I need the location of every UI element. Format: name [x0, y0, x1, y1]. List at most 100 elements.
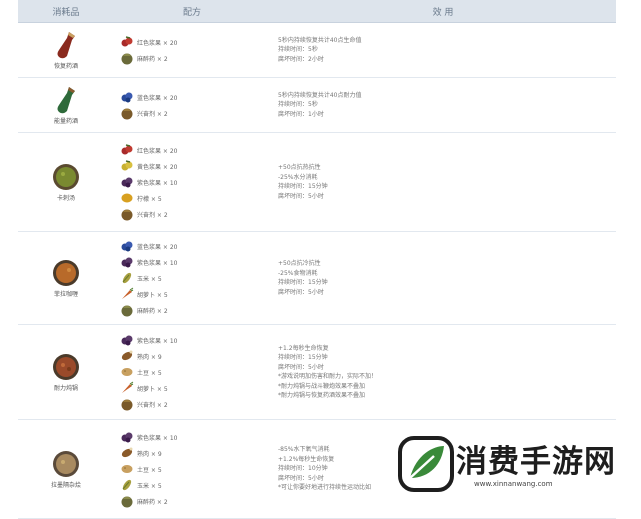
- ingredient-label: 熟肉 × 9: [137, 353, 162, 361]
- stimulant-icon: [120, 397, 134, 411]
- ingredient-label: 兴奋剂 × 2: [137, 401, 168, 409]
- effect-line: -25%水分消耗: [278, 173, 318, 181]
- ingredient-label: 红色浆果 × 20: [137, 147, 178, 155]
- effect-line: 持续时间：5秒: [278, 46, 318, 54]
- potato-icon: [120, 462, 134, 476]
- green-bottle-icon: [53, 85, 79, 115]
- item-name: 菲拉咖喱: [53, 291, 78, 298]
- blue-berry-icon: [120, 239, 134, 253]
- cooked-meat-icon: [120, 349, 134, 363]
- watermark: 消费手游网 www.xinnanwang.com: [392, 428, 640, 500]
- effect-line: *耐力炖锅与恢复药酒效果不叠加: [278, 392, 366, 399]
- purple-berry-icon: [120, 333, 134, 347]
- ingredient-label: 蓝色浆果 × 20: [137, 243, 178, 251]
- ingredient-label: 胡萝卜 × 5: [137, 385, 168, 393]
- corn-icon: [120, 478, 134, 492]
- item-cell: 卡刺汤: [18, 133, 114, 231]
- effect-line: 腐坏时间：5小时: [278, 192, 324, 200]
- effect-line: 5秒内持续恢复共计40点生命值: [278, 36, 362, 44]
- item-cell: 能量药酒: [18, 78, 114, 132]
- ingredient-label: 紫色浆果 × 10: [137, 337, 178, 345]
- ingredient-label: 玉米 × 5: [137, 482, 162, 490]
- ingredient-label: 熟肉 × 9: [137, 450, 162, 458]
- red-berry-icon: [120, 143, 134, 157]
- effect-line: 持续时间：15分钟: [278, 279, 328, 286]
- effect-line: 腐坏时间：5小时: [278, 363, 324, 371]
- effect-line: *游戏说明加伤害和耐力，实际不加！: [278, 373, 378, 380]
- watermark-title: 消费手游网: [456, 444, 616, 480]
- cooked-meat-icon: [120, 446, 134, 460]
- item-cell: 耐力炖锅: [18, 325, 114, 419]
- header-recipe: 配方: [182, 7, 201, 18]
- effect-cell: 5秒内持续恢复共计40点耐力值 持续时间：5秒 腐坏时间：1小时: [270, 78, 616, 132]
- red-bottle-icon: [53, 30, 79, 60]
- leaf-logo-icon: [398, 436, 454, 492]
- ingredient: 麻醉药 × 2: [120, 493, 270, 509]
- ingredient: 紫色浆果 × 10: [120, 429, 270, 445]
- carrot-icon: [120, 287, 134, 301]
- table-row: 能量药酒 蓝色浆果 × 20 兴奋剂 × 2 5秒内持续恢复共计40点耐力值 持续时间：…: [18, 78, 616, 133]
- stimulant-icon: [120, 106, 134, 120]
- effect-line: 持续时间：15分钟: [278, 183, 328, 190]
- item-name: 耐力炖锅: [53, 385, 78, 392]
- watermark-url: www.xinnanwang.com: [474, 480, 553, 488]
- purple-berry-icon: [120, 175, 134, 189]
- item-cell: 菲拉咖喱: [18, 232, 114, 324]
- ingredient-label: 麻醉药 × 2: [137, 307, 168, 315]
- effect-cell: +50点抗冷抗性 -25%食物消耗 持续时间：15分钟 腐坏时间：5小时: [270, 232, 616, 324]
- effect-line: 腐坏时间：1小时: [278, 110, 324, 118]
- hotpot-icon: [51, 449, 81, 479]
- recipe-cell: 红色浆果 × 20 麻醉药 × 2: [114, 23, 270, 77]
- table-header: 消耗品 配方 效 用: [18, 0, 616, 23]
- effect-line: *耐力炖锅与战斗鞭炮效果不叠加: [278, 382, 366, 390]
- stew-icon: [51, 352, 81, 382]
- effect-cell: +50点抗热抗性 -25%水分消耗持续时间：15分钟 腐坏时间：5小时: [270, 133, 616, 231]
- narcotic-icon: [120, 494, 134, 508]
- item-name: 拉墨隔杂烩: [50, 482, 81, 489]
- table-row: 卡刺汤 红色浆果 × 20 黄色浆果 × 20 紫色浆果 × 10 柠檬 × 5 兴奋剂 …: [18, 133, 616, 232]
- ingredient: 兴奋剂 × 2: [120, 396, 270, 412]
- recipe-cell: 红色浆果 × 20 黄色浆果 × 20 紫色浆果 × 10 柠檬 × 5 兴奋剂 × 2: [114, 133, 270, 231]
- potato-icon: [120, 365, 134, 379]
- ingredient-label: 黄色浆果 × 20: [137, 163, 178, 171]
- ingredient-label: 麻醉药 × 2: [137, 498, 168, 506]
- ingredient: 玉米 × 5: [120, 477, 270, 493]
- effect-line: 腐坏时间：2小时: [278, 55, 324, 63]
- ingredient-label: 土豆 × 5: [137, 369, 162, 377]
- ingredient-label: 兴奋剂 × 2: [137, 110, 168, 118]
- item-name: 恢复药酒: [53, 63, 78, 70]
- ingredient-label: 紫色浆果 × 10: [137, 259, 178, 267]
- item-cell: 拉墨隔杂烩: [18, 420, 114, 518]
- ingredient: 兴奋剂 × 2: [120, 105, 270, 121]
- stimulant-icon: [120, 207, 134, 221]
- ingredient-label: 红色浆果 × 20: [137, 39, 178, 47]
- item-name: 能量药酒: [53, 118, 78, 125]
- ingredient-label: 玉米 × 5: [137, 275, 162, 283]
- ingredient: 玉米 × 5: [120, 270, 270, 286]
- ingredient-label: 胡萝卜 × 5: [137, 291, 168, 299]
- ingredient-label: 蓝色浆果 × 20: [137, 94, 178, 102]
- ingredient-label: 麻醉药 × 2: [137, 55, 168, 63]
- corn-icon: [120, 271, 134, 285]
- item-cell: 恢复药酒: [18, 23, 114, 77]
- effect-line: +50点抗热抗性: [278, 164, 321, 171]
- ingredient: 柠檬 × 5: [120, 190, 270, 206]
- effect-cell: +1.2每秒生命恢复 持续时间：15分钟 腐坏时间：5小时 *游戏说明加伤害和耐力，实…: [270, 325, 616, 419]
- effect-line: 5秒内持续恢复共计40点耐力值: [278, 91, 362, 99]
- ingredient-label: 兴奋剂 × 2: [137, 211, 168, 219]
- ingredient: 兴奋剂 × 2: [120, 206, 270, 222]
- narcotic-icon: [120, 51, 134, 65]
- effect-line: +50点抗冷抗性: [278, 260, 321, 267]
- yellow-berry-icon: [120, 159, 134, 173]
- narcotic-icon: [120, 303, 134, 317]
- ingredient: 蓝色浆果 × 20: [120, 238, 270, 254]
- recipe-cell: 蓝色浆果 × 20 兴奋剂 × 2: [114, 78, 270, 132]
- purple-berry-icon: [120, 255, 134, 269]
- recipe-cell: 紫色浆果 × 10 熟肉 × 9 土豆 × 5 玉米 × 5 麻醉药 × 2: [114, 420, 270, 518]
- carrot-icon: [120, 381, 134, 395]
- ingredient: 紫色浆果 × 10: [120, 332, 270, 348]
- ingredient: 麻醉药 × 2: [120, 50, 270, 66]
- ingredient: 胡萝卜 × 5: [120, 380, 270, 396]
- green-soup-icon: [51, 162, 81, 192]
- recipe-cell: 紫色浆果 × 10 熟肉 × 9 土豆 × 5 胡萝卜 × 5 兴奋剂 × 2: [114, 325, 270, 419]
